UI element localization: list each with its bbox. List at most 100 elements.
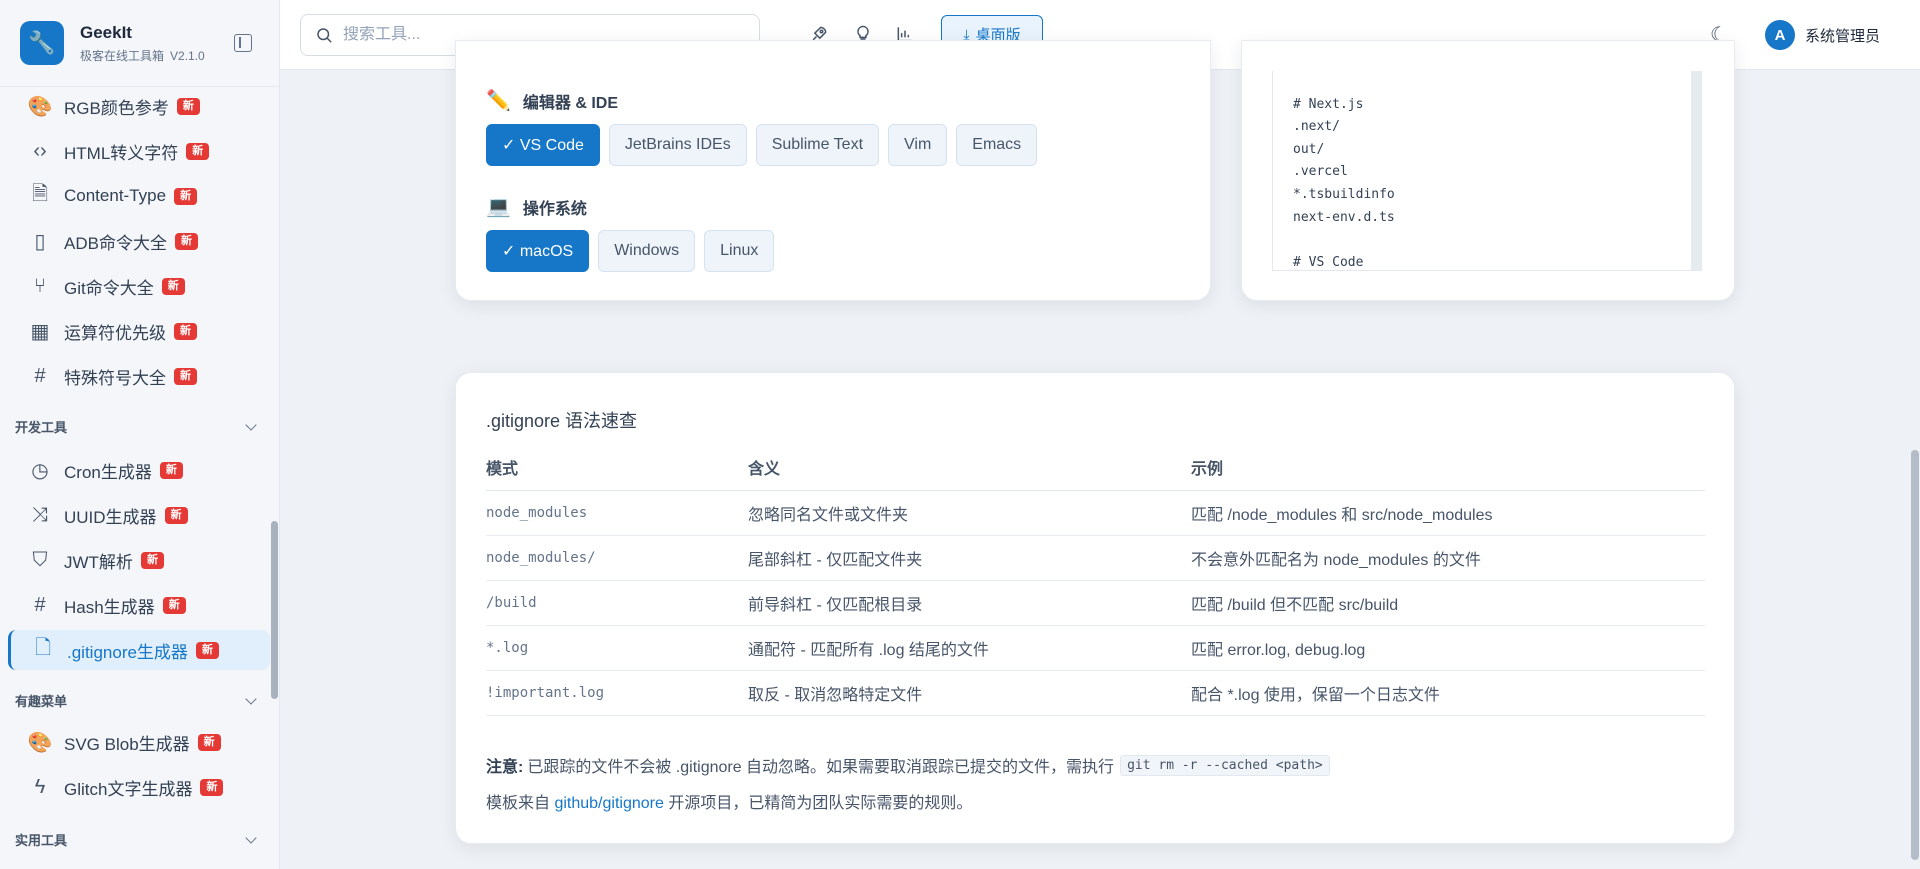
editor-chips: ✓ VS Code JetBrains IDEs Sublime Text Vim Em… <box>486 124 1038 166</box>
meaning-cell: 通配符 - 匹配所有 .log 结尾的文件 <box>748 625 1191 671</box>
gitignore-preview[interactable]: # Next.js .next/ out/ .vercel *.tsbuildi… <box>1272 71 1702 271</box>
pattern-cell: !important.log <box>486 670 748 716</box>
section-utilities[interactable]: 实用工具 <box>15 830 257 849</box>
new-badge: 新 <box>162 596 186 614</box>
meaning-cell: 尾部斜杠 - 仅匹配文件夹 <box>748 535 1191 581</box>
sidebar-item[interactable]: # Hash生成器新 <box>8 585 270 625</box>
sidebar-item[interactable]: ◷ Cron生成器新 <box>8 450 270 490</box>
hash-icon: # <box>34 364 46 387</box>
sidebar-item[interactable]: 🎨 SVG Blob生成器新 <box>8 722 270 762</box>
chevron-down-icon <box>245 418 257 431</box>
git-branch-icon: ⑂ <box>34 274 46 297</box>
pattern-cell: node_modules/ <box>486 535 748 581</box>
sidebar-item-label: ADB命令大全 <box>64 233 167 253</box>
clock-icon: ◷ <box>31 459 49 482</box>
section-fun[interactable]: 有趣菜单 <box>15 691 257 710</box>
cheatsheet-table: 模式 含义 示例 node_modules 忽略同名文件或文件夹 匹配 /node_… <box>486 445 1705 716</box>
editor-group-title: ✏️ 编辑器 & IDE <box>486 90 619 112</box>
smartphone-icon: ▯ <box>34 230 46 253</box>
new-badge: 新 <box>164 506 188 524</box>
version-label: V2.1.0 <box>170 48 205 63</box>
page-scrollbar[interactable] <box>1911 450 1919 860</box>
option-chip[interactable]: Sublime Text <box>755 124 880 166</box>
sidebar-item-label: JWT解析 <box>64 552 133 572</box>
meaning-cell: 取反 - 取消忽略特定文件 <box>748 670 1191 716</box>
cheatsheet-card: .gitignore 语法速查 模式 含义 示例 node_modules 忽略同… <box>455 372 1735 844</box>
option-chip[interactable]: Emacs <box>956 124 1038 166</box>
brand-name: GeekIt <box>80 22 132 42</box>
zap-icon: ϟ <box>34 775 46 798</box>
example-cell: 不会意外匹配名为 node_modules 的文件 <box>1191 535 1705 581</box>
sidebar-item[interactable]: ⛉ JWT解析新 <box>8 540 270 580</box>
option-chip[interactable]: Windows <box>598 230 696 272</box>
sidebar-item-label: 运算符优先级 <box>64 323 166 343</box>
source-text: 模板来自 github/gitignore 开源项目，已精简为团队实际需要的规则… <box>486 795 973 812</box>
sidebar-item[interactable]: 🗋 .gitignore生成器新 <box>8 630 270 670</box>
palette-icon: 🎨 <box>27 95 53 118</box>
new-badge: 新 <box>176 97 200 115</box>
file-icon: 🗎 <box>31 183 49 205</box>
sidebar-item-label: UUID生成器 <box>64 507 157 527</box>
shuffle-icon: ⤨ <box>32 503 48 526</box>
table-row: *.log 通配符 - 匹配所有 .log 结尾的文件 匹配 error.log, … <box>486 625 1705 671</box>
laptop-icon: 💻 <box>486 196 511 218</box>
new-badge: 新 <box>174 187 198 205</box>
new-badge: 新 <box>174 232 198 250</box>
table-row: /build 前导斜杠 - 仅匹配根目录 匹配 /build 但不匹配 src/bu… <box>486 580 1705 626</box>
chevron-down-icon <box>245 692 257 705</box>
search-icon <box>317 28 332 43</box>
sidebar-scrollbar[interactable] <box>271 521 278 699</box>
section-dev-tools[interactable]: 开发工具 <box>15 417 257 436</box>
sidebar-item-label: HTML转义字符 <box>64 143 179 163</box>
sidebar-item[interactable]: ⑂ Git命令大全新 <box>8 266 270 306</box>
sidebar-item[interactable]: ▯ ADB命令大全新 <box>8 221 270 261</box>
sidebar-item[interactable]: ϟ Glitch文字生成器新 <box>8 767 270 807</box>
sidebar-item-label: Content-Type <box>64 186 167 205</box>
option-chip[interactable]: ✓ VS Code <box>486 124 600 166</box>
sidebar-item[interactable]: ⤨ UUID生成器新 <box>8 495 270 535</box>
sidebar-item[interactable]: ‹› HTML转义字符新 <box>8 131 270 171</box>
example-cell: 配合 *.log 使用，保留一个日志文件 <box>1191 670 1705 716</box>
new-badge: 新 <box>197 733 221 751</box>
wrench-icon: 🔧 <box>20 21 64 65</box>
pattern-cell: /build <box>486 580 748 626</box>
new-badge: 新 <box>200 778 224 796</box>
new-badge: 新 <box>161 277 185 295</box>
sidebar-item[interactable]: 🗎 Content-Type 新 <box>8 176 270 216</box>
sidebar-item-label: Git命令大全 <box>64 278 154 298</box>
new-badge: 新 <box>140 551 164 569</box>
username[interactable]: 系统管理员 <box>1805 25 1880 46</box>
column-header: 含义 <box>748 445 1191 491</box>
option-chip[interactable]: Linux <box>704 230 775 272</box>
avatar[interactable]: A <box>1765 20 1795 50</box>
table-row: !important.log 取反 - 取消忽略特定文件 配合 *.log 使用，保… <box>486 670 1705 716</box>
sidebar-item-label: Glitch文字生成器 <box>64 779 193 799</box>
sidebar-item[interactable]: 🎨 RGB颜色参考新 <box>8 86 270 126</box>
new-badge: 新 <box>159 461 183 479</box>
code-brackets-icon: ‹› <box>33 139 47 162</box>
sidebar-item[interactable]: ▦ 运算符优先级新 <box>8 311 270 351</box>
preview-scrollbar[interactable] <box>1691 71 1701 270</box>
sidebar-item-label: 特殊符号大全 <box>64 368 166 388</box>
option-chip[interactable]: Vim <box>888 124 948 166</box>
sidebar-item[interactable]: # 特殊符号大全新 <box>8 356 270 396</box>
new-badge: 新 <box>195 641 219 659</box>
github-gitignore-link[interactable]: github/gitignore <box>554 795 663 812</box>
os-chips: ✓ macOS Windows Linux <box>486 230 775 272</box>
os-group-title: 💻 操作系统 <box>486 196 587 218</box>
option-chip[interactable]: JetBrains IDEs <box>608 124 747 166</box>
column-header: 示例 <box>1191 445 1705 491</box>
preview-card: # Next.js .next/ out/ .vercel *.tsbuildi… <box>1241 40 1735 301</box>
options-card: ✏️ 编辑器 & IDE ✓ VS Code JetBrains IDEs Subl… <box>455 40 1211 301</box>
collapse-sidebar-icon[interactable] <box>234 34 252 52</box>
new-badge: 新 <box>186 142 210 160</box>
new-badge: 新 <box>174 322 197 340</box>
sidebar-item-label: Cron生成器 <box>64 462 152 482</box>
meaning-cell: 忽略同名文件或文件夹 <box>748 490 1191 536</box>
example-cell: 匹配 error.log, debug.log <box>1191 625 1705 671</box>
pattern-cell: *.log <box>486 625 748 671</box>
option-chip[interactable]: ✓ macOS <box>486 230 590 272</box>
preview-code: # Next.js .next/ out/ .vercel *.tsbuildi… <box>1293 96 1395 270</box>
example-cell: 匹配 /build 但不匹配 src/build <box>1191 580 1705 626</box>
pencil-icon: ✏️ <box>486 90 511 112</box>
